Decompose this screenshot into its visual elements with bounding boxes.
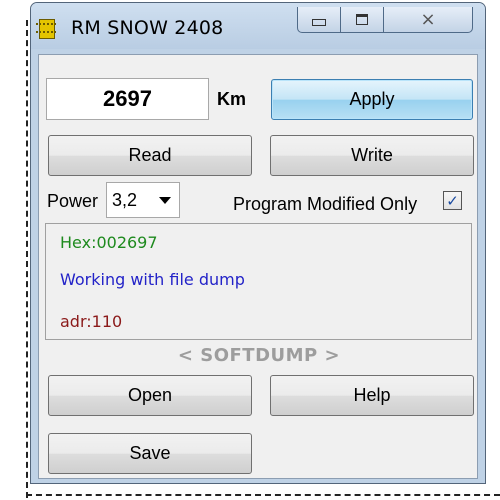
open-button[interactable]: Open bbox=[48, 375, 252, 416]
client-area: Km Apply Read Write Power 3,2 Program Mo… bbox=[38, 54, 478, 479]
power-label: Power bbox=[47, 191, 99, 211]
minimize-icon bbox=[312, 19, 326, 26]
brand-label: < SOFTDUMP > bbox=[177, 345, 341, 366]
chip-icon bbox=[36, 19, 56, 39]
checkmark-icon: ✓ bbox=[446, 191, 459, 210]
distance-input[interactable] bbox=[46, 78, 209, 120]
chevron-down-icon[interactable] bbox=[159, 197, 171, 204]
power-selected-value: 3,2 bbox=[112, 190, 138, 210]
program-modified-only-checkbox[interactable]: ✓ bbox=[443, 191, 462, 210]
maximize-icon bbox=[356, 14, 368, 25]
program-modified-only-label: Program Modified Only bbox=[233, 194, 418, 214]
title-bar[interactable]: RM SNOW 2408 × bbox=[31, 3, 485, 49]
window-title: RM SNOW 2408 bbox=[71, 17, 224, 39]
distance-unit-label: Km bbox=[217, 89, 247, 109]
close-button[interactable]: × bbox=[383, 7, 473, 33]
log-panel: Hex:002697 Working with file dump adr:11… bbox=[45, 223, 472, 340]
dashed-border-left bbox=[26, 20, 28, 498]
read-button[interactable]: Read bbox=[48, 135, 252, 176]
apply-button[interactable]: Apply bbox=[271, 79, 473, 120]
app-window: RM SNOW 2408 × Km Apply Read Write Power… bbox=[30, 2, 486, 484]
help-button[interactable]: Help bbox=[270, 375, 474, 416]
write-button[interactable]: Write bbox=[270, 135, 474, 176]
minimize-button[interactable] bbox=[297, 7, 341, 33]
dashed-border-bottom bbox=[26, 494, 500, 496]
close-icon: × bbox=[420, 9, 436, 30]
log-line-hex: Hex:002697 bbox=[60, 233, 158, 252]
save-button[interactable]: Save bbox=[48, 433, 252, 474]
power-select[interactable]: 3,2 bbox=[106, 182, 180, 218]
log-line-status: Working with file dump bbox=[60, 270, 245, 289]
maximize-button[interactable] bbox=[340, 7, 384, 33]
log-line-address: adr:110 bbox=[60, 312, 123, 331]
